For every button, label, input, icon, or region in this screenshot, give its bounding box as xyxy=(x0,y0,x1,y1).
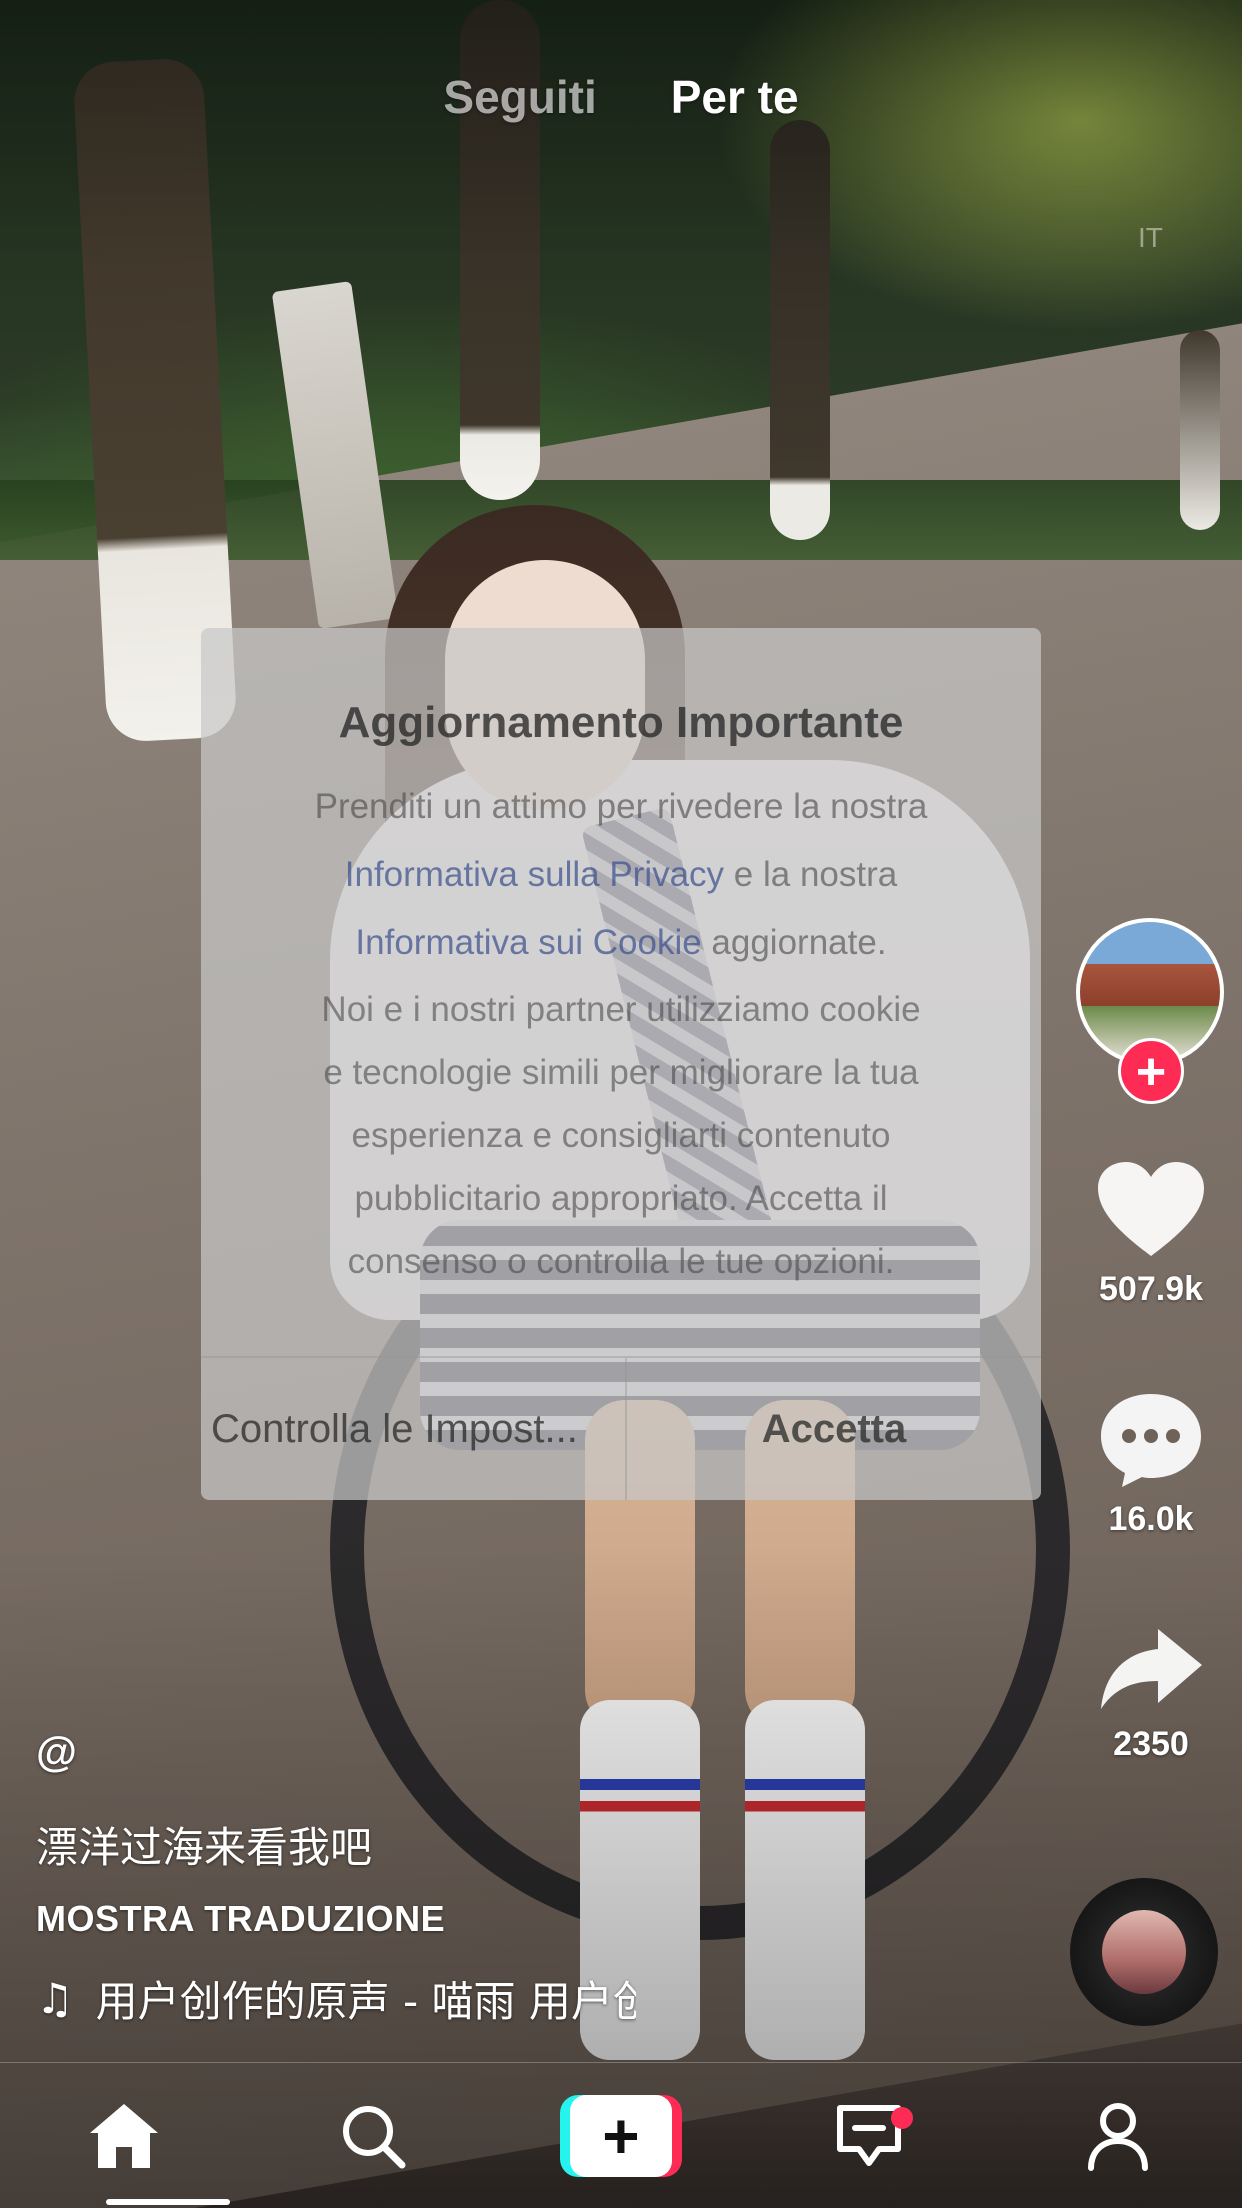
manage-settings-button[interactable]: Controlla le Impost... xyxy=(201,1358,627,1500)
comment-icon[interactable] xyxy=(1098,1390,1204,1490)
video-description: 漂洋过海来看我吧 xyxy=(36,1823,373,1872)
notification-dot xyxy=(891,2106,914,2129)
dialog-text: e la nostra xyxy=(724,855,898,894)
profile-icon[interactable] xyxy=(1087,2101,1149,2171)
accept-button[interactable]: Accetta xyxy=(627,1358,1041,1500)
search-icon[interactable] xyxy=(340,2103,406,2169)
nav-profile[interactable] xyxy=(1038,2063,1198,2208)
like-button[interactable]: 507.9k xyxy=(1078,1160,1224,1309)
nav-home[interactable] xyxy=(44,2063,231,2208)
nav-create[interactable]: + xyxy=(541,2063,701,2208)
nav-inbox[interactable] xyxy=(789,2063,949,2208)
dialog-description: Noi e i nostri partner utilizziamo cooki… xyxy=(241,978,1001,1293)
plus-icon: + xyxy=(569,2094,672,2177)
feed-tabs: Seguiti Per te xyxy=(0,70,1242,124)
creator-avatar[interactable]: + xyxy=(1076,918,1224,1104)
show-translation-button[interactable]: MOSTRA TRADUZIONE xyxy=(36,1898,445,1940)
dialog-text: aggiornate. xyxy=(701,923,887,962)
bottom-nav: + xyxy=(0,2062,1242,2208)
comment-count: 16.0k xyxy=(1108,1500,1194,1538)
dialog-intro: Prenditi un attimo per rivedere la nostr… xyxy=(241,773,1001,977)
comment-button[interactable]: 16.0k xyxy=(1078,1390,1224,1539)
dialog-desc-line: e tecnologie simili per migliorare la tu… xyxy=(323,1053,919,1092)
music-info[interactable]: ♫ 用户创作的原声 - 喵雨 用户创作的原声 - 喵雨 xyxy=(36,1968,636,2029)
language-badge: IT xyxy=(1138,222,1163,253)
home-icon[interactable] xyxy=(87,2101,161,2171)
privacy-update-dialog: Aggiornamento Importante Prenditi un att… xyxy=(201,628,1041,1500)
music-title: 用户创作的原声 - 喵雨 用户创作的原声 - 喵雨 xyxy=(95,1977,636,2026)
follow-button[interactable]: + xyxy=(1118,1038,1184,1104)
share-count: 2350 xyxy=(1113,1725,1189,1763)
music-disc[interactable] xyxy=(1070,1878,1218,2026)
like-count: 507.9k xyxy=(1099,1270,1203,1308)
privacy-policy-link[interactable]: Informativa sulla Privacy xyxy=(345,855,724,894)
dialog-desc-line: consenso o controlla le tue opzioni. xyxy=(347,1242,895,1281)
heart-icon[interactable] xyxy=(1096,1160,1206,1260)
dialog-intro-line: Informativa sulla Privacy e la nostra xyxy=(241,841,1001,909)
dialog-desc-line: pubblicitario appropriato. Accetta il xyxy=(354,1179,888,1218)
tab-for-you[interactable]: Per te xyxy=(671,70,799,124)
dialog-intro-line: Informativa sui Cookie aggiornate. xyxy=(241,909,1001,977)
music-cover xyxy=(1102,1910,1186,1994)
music-note-icon: ♫ xyxy=(36,1974,74,2023)
nav-discover[interactable] xyxy=(293,2063,453,2208)
dialog-desc-line: esperienza e consigliarti contenuto xyxy=(351,1116,891,1155)
dialog-desc-line: Noi e i nostri partner utilizziamo cooki… xyxy=(321,990,921,1029)
create-button[interactable]: + xyxy=(559,2094,682,2177)
share-arrow-icon[interactable] xyxy=(1098,1625,1204,1715)
username[interactable]: @ xyxy=(36,1728,77,1776)
tab-following[interactable]: Seguiti xyxy=(443,70,596,124)
share-button[interactable]: 2350 xyxy=(1078,1625,1224,1764)
dialog-title: Aggiornamento Importante xyxy=(338,698,904,747)
cookie-policy-link[interactable]: Informativa sui Cookie xyxy=(355,923,701,962)
active-tab-indicator xyxy=(106,2198,231,2205)
dialog-intro-line: Prenditi un attimo per rivedere la nostr… xyxy=(314,787,928,826)
dialog-actions: Controlla le Impost... Accetta xyxy=(201,1356,1041,1500)
